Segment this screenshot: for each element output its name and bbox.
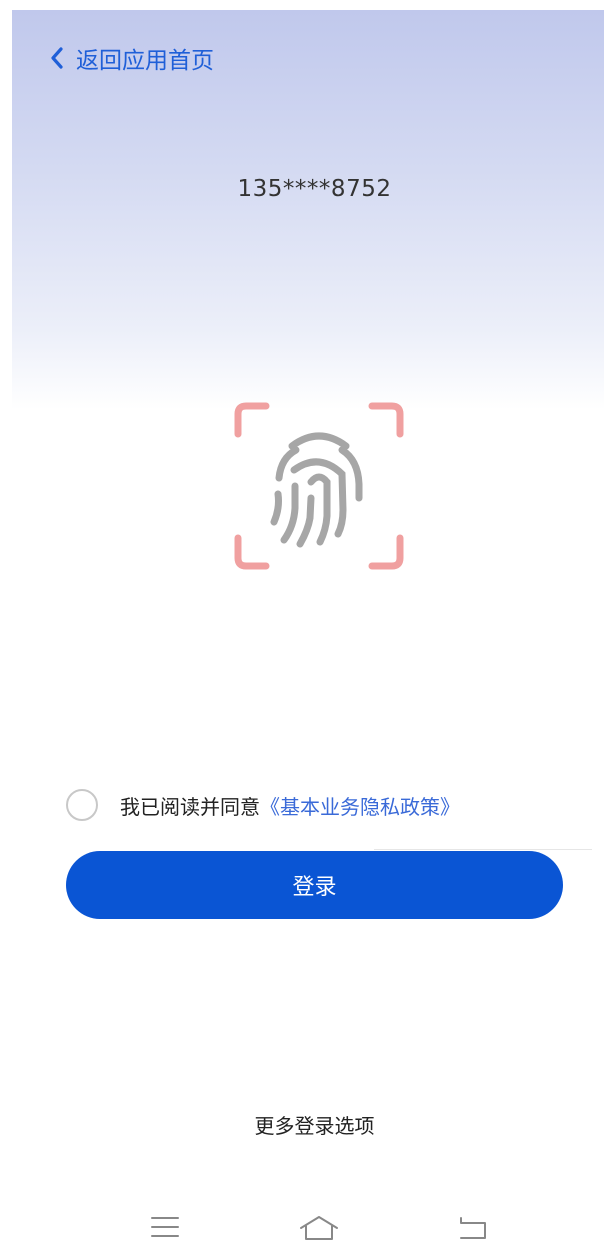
agreement-text: 我已阅读并同意 <box>120 794 260 819</box>
menu-icon[interactable] <box>149 1214 181 1240</box>
more-login-options-link[interactable]: 更多登录选项 <box>0 1110 604 1139</box>
system-navigation-bar <box>0 1210 604 1249</box>
fingerprint-icon <box>270 432 363 548</box>
home-icon[interactable] <box>298 1214 340 1242</box>
agreement-checkbox[interactable] <box>66 789 98 821</box>
login-button[interactable]: 登录 <box>66 851 563 919</box>
back-icon[interactable] <box>456 1214 490 1242</box>
back-to-home-link[interactable]: 返回应用首页 <box>50 40 214 76</box>
back-link-label: 返回应用首页 <box>76 48 214 74</box>
masked-phone-number: 135****8752 <box>237 176 392 202</box>
divider <box>374 849 592 850</box>
privacy-policy-link[interactable]: 《基本业务隐私政策》 <box>260 791 460 820</box>
fingerprint-scan-area[interactable] <box>230 398 408 574</box>
chevron-left-icon <box>50 47 64 69</box>
privacy-agreement-row: 我已阅读并同意 《基本业务隐私政策》 <box>66 786 460 824</box>
